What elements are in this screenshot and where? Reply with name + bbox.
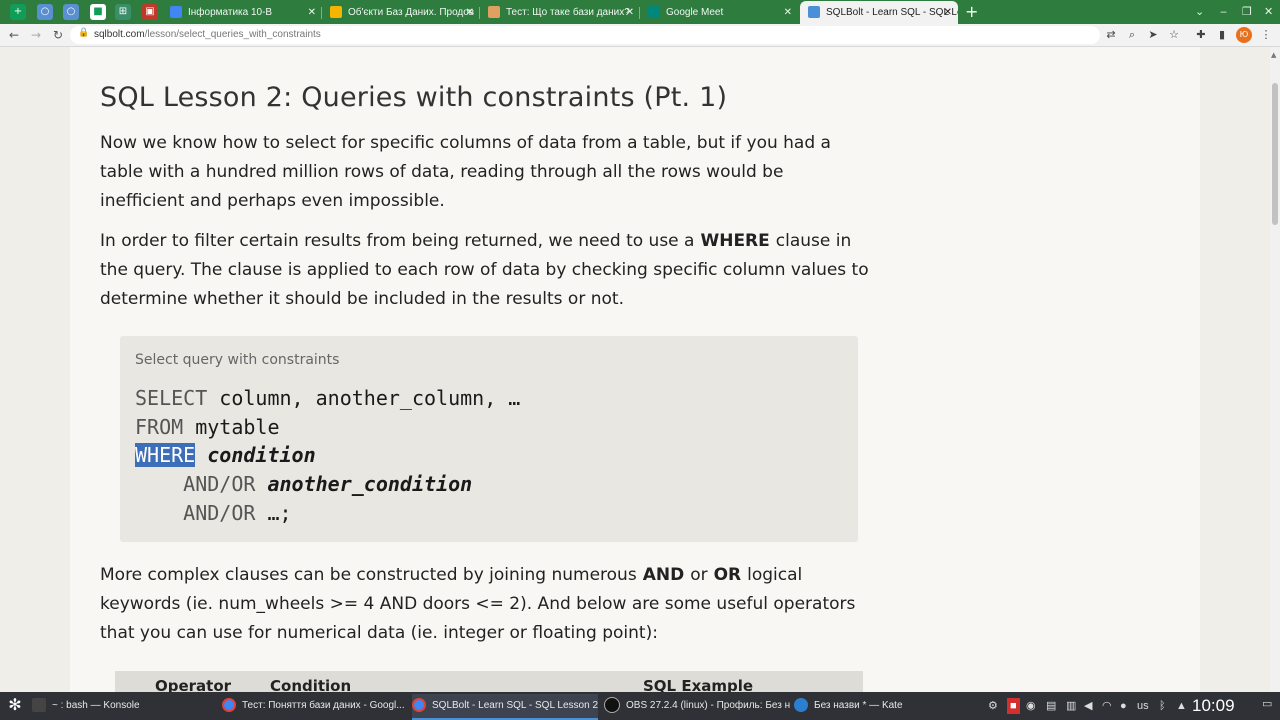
keyboard-layout[interactable]: us <box>1137 698 1149 714</box>
taskbar-obs[interactable]: OBS 27.2.4 (linux) - Профиль: Без н... <box>604 694 790 718</box>
updates-tray-icon[interactable]: ▥ <box>1066 698 1076 714</box>
tab-label: Google Meet <box>666 7 724 18</box>
record-tray-icon[interactable]: ■ <box>1007 698 1020 714</box>
kate-icon <box>794 698 808 713</box>
web-page: SQL Lesson 2: Queries with constraints (… <box>0 47 1280 692</box>
pinned-tab-grid-icon[interactable]: ⊞ <box>115 4 131 20</box>
close-tab-icon[interactable]: ✕ <box>308 1 316 24</box>
pinned-tab-chrome-icon[interactable]: ○ <box>37 4 53 20</box>
side-panel-icon[interactable]: ▮ <box>1214 27 1230 43</box>
new-tab-icon[interactable]: + <box>965 2 978 22</box>
restore-icon[interactable]: ❐ <box>1242 4 1252 20</box>
volume-tray-icon[interactable]: ◀ <box>1084 698 1092 714</box>
tab-test[interactable]: Тест: Що таке бази даних? ✕ <box>480 1 640 24</box>
close-window-icon[interactable]: ✕ <box>1264 4 1273 20</box>
expand-tray-icon[interactable]: ▲ <box>1176 698 1187 714</box>
pinned-tab-settings-icon[interactable]: ○ <box>63 4 79 20</box>
page-scrollbar[interactable]: ▲ <box>1270 47 1280 692</box>
code-caption: Select query with constraints <box>135 352 340 368</box>
code-line: AND/OR …; <box>183 501 292 525</box>
tab-label: Інформатика 10-В <box>188 7 273 18</box>
lock-icon: 🔒 <box>78 28 90 38</box>
tab-favicon-icon <box>808 6 820 19</box>
terminal-icon <box>32 698 46 713</box>
tab-informatika[interactable]: Інформатика 10-В ✕ <box>162 1 322 24</box>
translate-icon[interactable]: ⇄ <box>1103 27 1119 43</box>
os-taskbar: ✻ ~ : bash — Konsole Тест: Поняття бази … <box>0 692 1280 720</box>
pinned-tab-classroom-icon[interactable]: ■ <box>90 4 106 20</box>
profile-avatar[interactable]: Ю <box>1236 27 1252 43</box>
browser-tab-strip: + ○ ○ ■ ⊞ ▣ Інформатика 10-В ✕ Об'єкти Б… <box>0 0 1280 24</box>
tab-obiekty-baz-danykh[interactable]: Об'єкти Баз Даних. Продов ✕ <box>322 1 480 24</box>
close-tab-icon[interactable]: ✕ <box>626 1 634 24</box>
chrome-icon <box>222 698 236 713</box>
code-line: WHERE condition <box>135 443 316 467</box>
taskbar-konsole[interactable]: ~ : bash — Konsole <box>32 694 212 718</box>
code-line: SELECT column, another_column, … <box>135 386 521 410</box>
obs-tray-icon[interactable]: ◉ <box>1026 698 1036 714</box>
show-desktop-icon[interactable]: ▭ <box>1262 696 1272 712</box>
app-launcher-icon[interactable]: ✻ <box>5 696 25 716</box>
operators-table-header: Operator Condition SQL Example <box>115 671 863 692</box>
close-tab-icon[interactable]: ✕ <box>466 1 474 24</box>
scrollbar-thumb[interactable] <box>1272 83 1278 225</box>
tab-label: Тест: Що таке бази даних? <box>506 7 630 18</box>
pinned-tab-sheets-icon[interactable]: + <box>10 4 26 20</box>
taskbar-kate[interactable]: Без назви * — Kate <box>794 694 974 718</box>
extensions-puzzle-icon[interactable]: ✚ <box>1193 27 1209 43</box>
settings-tray-icon[interactable]: ⚙ <box>988 698 998 714</box>
forward-icon[interactable]: → <box>28 27 44 43</box>
tab-search-icon[interactable]: ⌄ <box>1195 4 1204 20</box>
bookmark-star-icon[interactable]: ☆ <box>1166 27 1182 43</box>
where-paragraph: In order to filter certain results from … <box>100 231 869 309</box>
minimize-icon[interactable]: ‒ <box>1220 4 1227 20</box>
wifi-tray-icon[interactable]: ◠ <box>1102 698 1112 714</box>
operators-paragraph: More complex clauses can be constructed … <box>100 565 856 643</box>
close-tab-icon[interactable]: ✕ <box>784 1 792 24</box>
intro-paragraph: Now we know how to select for specific c… <box>100 133 831 211</box>
lesson-title: SQL Lesson 2: Queries with constraints (… <box>100 82 728 113</box>
column-header-condition: Condition <box>270 677 352 692</box>
microphone-tray-icon[interactable]: ● <box>1120 698 1127 714</box>
tab-sqlbolt[interactable]: SQLBolt - Learn SQL - SQL Le ✕ <box>800 1 958 24</box>
code-example-box: Select query with constraints SELECT col… <box>120 336 858 542</box>
obs-icon <box>604 697 620 714</box>
tab-label: SQLBolt - Learn SQL - SQL Le <box>826 7 958 18</box>
column-header-operator: Operator <box>155 677 232 692</box>
tab-favicon-icon <box>170 6 182 19</box>
scroll-up-icon[interactable]: ▲ <box>1271 51 1276 59</box>
reload-icon[interactable]: ↻ <box>50 27 66 43</box>
tab-favicon-icon <box>330 6 342 19</box>
tab-label: Об'єкти Баз Даних. Продов <box>348 7 475 18</box>
code-line: FROM mytable <box>135 415 280 439</box>
close-tab-icon[interactable]: ✕ <box>944 1 952 24</box>
zoom-icon[interactable]: ⌕ <box>1124 27 1140 43</box>
share-icon[interactable]: ➤ <box>1145 27 1161 43</box>
tab-google-meet[interactable]: Google Meet ✕ <box>640 1 798 24</box>
chrome-icon <box>412 698 426 713</box>
browser-menu-icon[interactable]: ⋮ <box>1258 27 1274 43</box>
browser-toolbar: ← → ↻ 🔒 sqlbolt.com/lesson/select_querie… <box>0 24 1280 47</box>
clock[interactable]: 10:09 <box>1192 696 1235 716</box>
taskbar-chrome-sqlbolt[interactable]: SQLBolt - Learn SQL - SQL Lesson 2... <box>412 694 598 720</box>
tab-favicon-icon <box>648 6 660 19</box>
column-header-sql-example: SQL Example <box>643 677 754 692</box>
code-line: AND/OR another_condition <box>183 472 473 496</box>
taskbar-chrome-test[interactable]: Тест: Поняття бази даних - Googl... <box>222 694 408 718</box>
tab-favicon-icon <box>488 6 500 19</box>
bluetooth-tray-icon[interactable]: ᛒ <box>1159 698 1166 714</box>
url-text: sqlbolt.com/lesson/select_queries_with_c… <box>94 29 321 40</box>
address-bar[interactable]: 🔒 sqlbolt.com/lesson/select_queries_with… <box>70 26 1100 44</box>
clipboard-tray-icon[interactable]: ▤ <box>1046 698 1056 714</box>
back-icon[interactable]: ← <box>6 27 22 43</box>
pinned-tab-red-icon[interactable]: ▣ <box>142 4 158 20</box>
selected-text[interactable]: WHERE <box>135 443 196 467</box>
